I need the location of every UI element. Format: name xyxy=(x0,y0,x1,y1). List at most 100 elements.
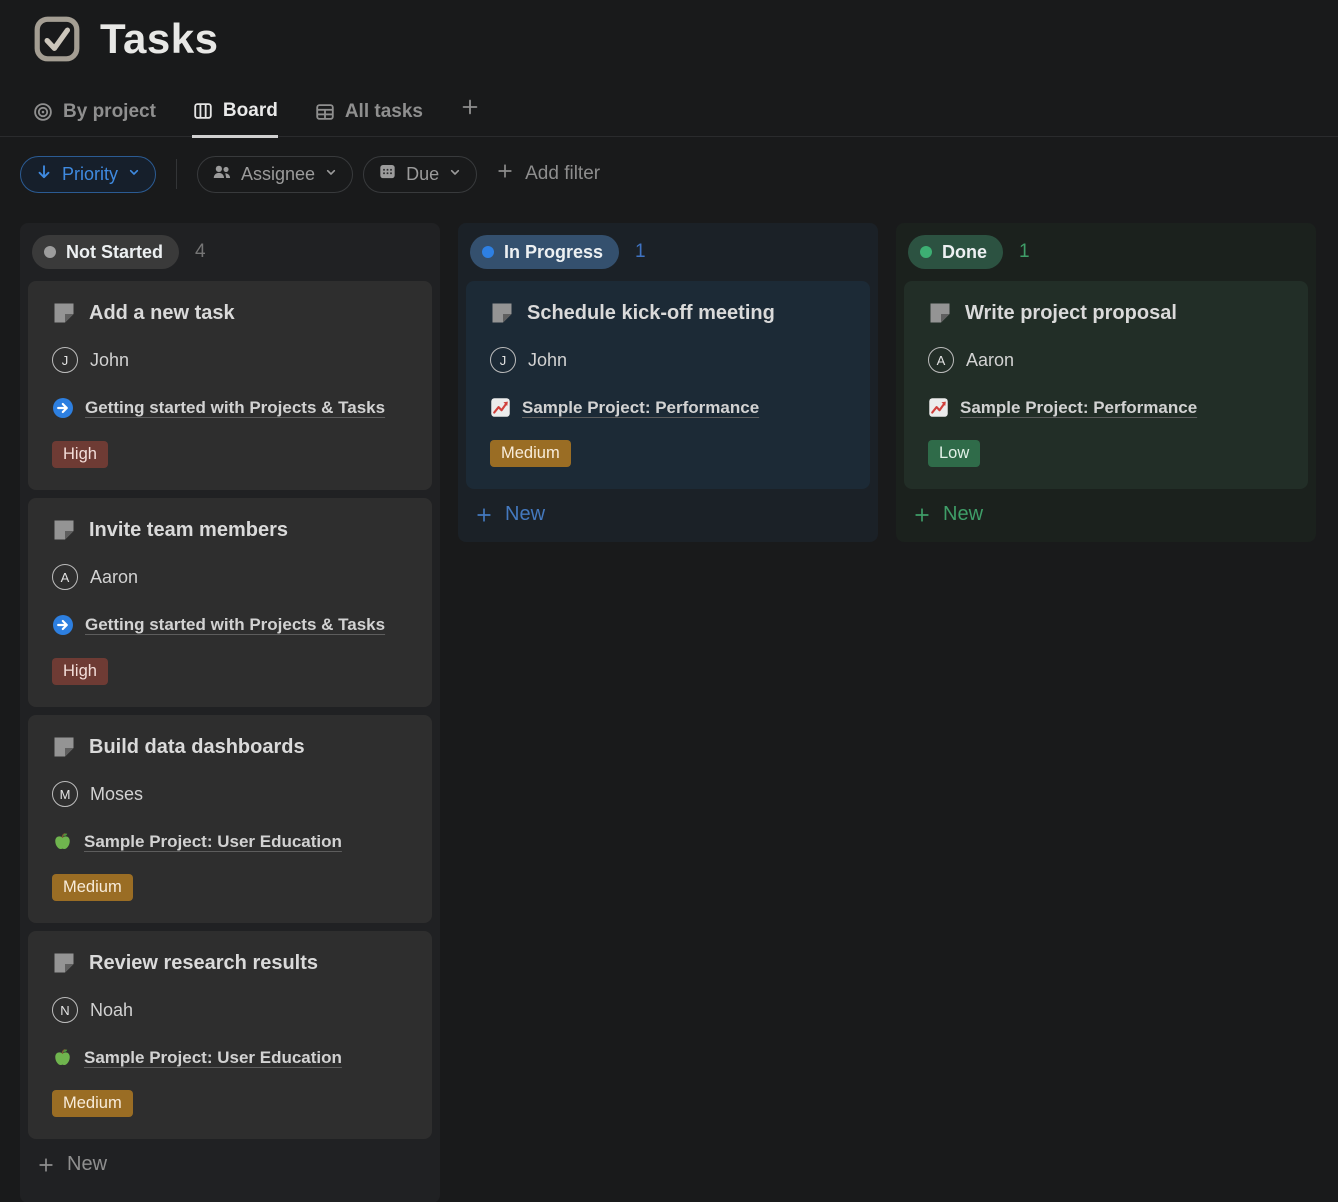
page-header: Tasks xyxy=(0,0,1338,64)
status-pill[interactable]: In Progress xyxy=(470,235,619,269)
cards-list: Add a new task J John Getting started wi… xyxy=(28,281,432,1139)
project-link[interactable]: Sample Project: User Education xyxy=(84,832,342,852)
board-column: In Progress 1 Schedule kick-off meeting … xyxy=(458,223,878,542)
chevron-down-icon xyxy=(447,164,463,185)
target-icon xyxy=(32,101,54,123)
assignee-row: J John xyxy=(52,347,408,373)
task-card[interactable]: Schedule kick-off meeting J John Sample … xyxy=(466,281,870,489)
tab-board[interactable]: Board xyxy=(192,100,278,138)
board-column: Not Started 4 Add a new task J John xyxy=(20,223,440,1202)
assignee-name: Aaron xyxy=(90,567,138,588)
plus-icon xyxy=(495,161,515,187)
tab-label: By project xyxy=(63,101,156,123)
column-header: Not Started 4 xyxy=(28,231,432,281)
project-row: Sample Project: Performance xyxy=(928,397,1284,418)
assignee-row: M Moses xyxy=(52,781,408,807)
column-count: 1 xyxy=(1019,241,1030,263)
new-task-button[interactable]: New xyxy=(904,489,1308,534)
priority-tag: Medium xyxy=(52,1090,133,1117)
avatar-initial: N xyxy=(60,1003,69,1018)
due-label: Due xyxy=(406,164,439,185)
tasks-checkbox-icon xyxy=(32,14,82,64)
project-link[interactable]: Getting started with Projects & Tasks xyxy=(85,615,385,635)
task-title: Add a new task xyxy=(89,302,235,325)
board-column: Done 1 Write project proposal A Aaron xyxy=(896,223,1316,542)
plus-icon xyxy=(912,505,932,525)
new-task-label: New xyxy=(67,1153,107,1176)
task-card[interactable]: Review research results N Noah Sample Pr… xyxy=(28,931,432,1139)
project-row: Getting started with Projects & Tasks xyxy=(52,614,408,636)
avatar-initial: J xyxy=(500,353,507,368)
project-row: Getting started with Projects & Tasks xyxy=(52,397,408,419)
arrow-circle-icon xyxy=(52,397,74,419)
view-tabs: By project Board All tasks xyxy=(0,96,1338,137)
add-filter-button[interactable]: Add filter xyxy=(495,161,600,187)
assignee-row: A Aaron xyxy=(52,564,408,590)
new-task-button[interactable]: New xyxy=(28,1139,432,1184)
tab-label: All tasks xyxy=(345,101,423,123)
assignee-name: Aaron xyxy=(966,350,1014,371)
chevron-down-icon xyxy=(323,164,339,185)
add-view-button[interactable] xyxy=(459,96,481,136)
status-pill[interactable]: Not Started xyxy=(32,235,179,269)
project-link[interactable]: Sample Project: Performance xyxy=(522,398,759,418)
column-header: In Progress 1 xyxy=(466,231,870,281)
priority-row: Medium xyxy=(52,1090,408,1117)
task-card[interactable]: Write project proposal A Aaron Sample Pr… xyxy=(904,281,1308,489)
column-count: 1 xyxy=(635,241,646,263)
task-title: Review research results xyxy=(89,952,318,975)
chart-up-icon xyxy=(928,397,949,418)
avatar-initial: A xyxy=(937,353,946,368)
project-link[interactable]: Sample Project: User Education xyxy=(84,1048,342,1068)
avatar-initial: M xyxy=(60,787,71,802)
status-dot-icon xyxy=(44,246,56,258)
new-task-button[interactable]: New xyxy=(466,489,870,534)
avatar: J xyxy=(52,347,78,373)
priority-row: Medium xyxy=(490,440,846,467)
avatar: M xyxy=(52,781,78,807)
status-pill-label: Done xyxy=(942,242,987,263)
task-card[interactable]: Add a new task J John Getting started wi… xyxy=(28,281,432,490)
priority-tag: High xyxy=(52,441,108,468)
apple-icon xyxy=(52,831,73,852)
task-card[interactable]: Invite team members A Aaron Getting star… xyxy=(28,498,432,707)
task-title: Build data dashboards xyxy=(89,736,305,759)
chart-up-icon xyxy=(490,397,511,418)
priority-row: High xyxy=(52,441,408,468)
status-pill-label: In Progress xyxy=(504,242,603,263)
status-pill[interactable]: Done xyxy=(908,235,1003,269)
priority-sort-pill[interactable]: Priority xyxy=(20,156,156,193)
avatar: J xyxy=(490,347,516,373)
project-link[interactable]: Sample Project: Performance xyxy=(960,398,1197,418)
plus-icon xyxy=(474,505,494,525)
arrow-circle-icon xyxy=(52,614,74,636)
cards-list: Write project proposal A Aaron Sample Pr… xyxy=(904,281,1308,489)
page-icon xyxy=(52,735,76,759)
task-title-row: Review research results xyxy=(52,951,408,975)
task-title-row: Add a new task xyxy=(52,301,408,325)
tab-by-project[interactable]: By project xyxy=(32,101,156,136)
task-title-row: Schedule kick-off meeting xyxy=(490,301,846,325)
project-link[interactable]: Getting started with Projects & Tasks xyxy=(85,398,385,418)
new-task-label: New xyxy=(505,503,545,526)
priority-tag: Medium xyxy=(52,874,133,901)
page-icon xyxy=(490,301,514,325)
column-count: 4 xyxy=(195,241,206,263)
column-header: Done 1 xyxy=(904,231,1308,281)
assignee-filter-pill[interactable]: Assignee xyxy=(197,156,353,193)
assignee-row: A Aaron xyxy=(928,347,1284,373)
tab-all-tasks[interactable]: All tasks xyxy=(314,101,423,136)
board: Not Started 4 Add a new task J John xyxy=(0,223,1338,1202)
plus-icon xyxy=(459,96,481,118)
page-title: Tasks xyxy=(100,15,218,63)
page-icon xyxy=(928,301,952,325)
chevron-down-icon xyxy=(126,164,142,185)
due-filter-pill[interactable]: Due xyxy=(363,156,477,193)
project-row: Sample Project: User Education xyxy=(52,1047,408,1068)
task-card[interactable]: Build data dashboards M Moses Sample Pro… xyxy=(28,715,432,923)
assignee-name: Noah xyxy=(90,1000,133,1021)
filter-divider xyxy=(176,159,177,189)
task-title-row: Invite team members xyxy=(52,518,408,542)
avatar: N xyxy=(52,997,78,1023)
avatar-initial: A xyxy=(61,570,70,585)
